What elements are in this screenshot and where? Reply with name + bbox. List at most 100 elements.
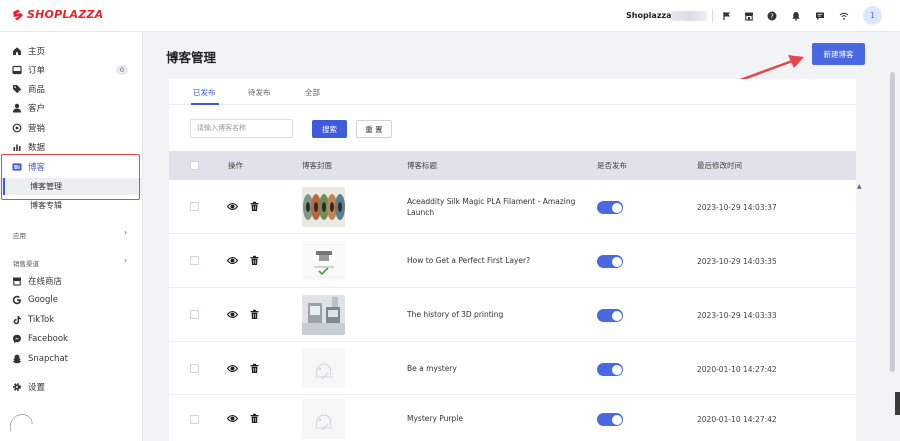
blog-title[interactable]: Aceaddity Silk Magic PLA Filament - Amaz…	[407, 196, 577, 218]
sidebar-item-facebook[interactable]: Facebook	[0, 330, 143, 348]
modified-time: 2023-10-29 14:03:35	[697, 257, 777, 266]
delete-trash-icon[interactable]	[249, 255, 260, 266]
new-blog-button[interactable]: 新建博客	[812, 43, 865, 65]
sidebar-item-label: 客户	[28, 104, 46, 114]
blog-title[interactable]: The history of 3D printing	[407, 309, 577, 320]
store-icon[interactable]	[742, 9, 756, 23]
blog-title[interactable]: How to Get a Perfect First Layer?	[407, 255, 577, 266]
sidebar-item-label: 设置	[28, 383, 46, 393]
help-icon[interactable]: ?	[765, 9, 779, 23]
shop-name[interactable]: Shoplazza	[626, 11, 672, 20]
sidebar-item-snapchat[interactable]: Snapchat	[0, 350, 143, 368]
placeholder-image-icon	[302, 399, 345, 439]
tab-all[interactable]: 全部	[305, 87, 320, 98]
google-icon	[12, 295, 22, 305]
blog-title[interactable]: Be a mystery	[407, 363, 577, 374]
apps-section-label[interactable]: 应用	[13, 230, 26, 240]
scroll-up-arrow-icon[interactable]: ▲	[857, 183, 862, 190]
row-checkbox[interactable]	[190, 202, 199, 211]
sidebar-item-orders[interactable]: 订单 0	[0, 61, 143, 79]
sidebar-item-label: Google	[28, 295, 58, 305]
sidebar-item-label: TikTok	[28, 315, 55, 325]
watermark-logo	[8, 412, 34, 434]
reset-button[interactable]: 重 置	[356, 120, 392, 138]
shop-domain-redacted	[671, 11, 707, 21]
svg-text:?: ?	[770, 13, 774, 21]
preview-eye-icon[interactable]	[227, 309, 238, 320]
watermark-logo-icon	[9, 413, 34, 433]
sidebar-item-home[interactable]: 主页	[0, 42, 143, 60]
divider	[712, 9, 713, 23]
column-header-title[interactable]: 博客标题	[407, 160, 437, 171]
brand-logo[interactable]: SHOPLAZZA	[12, 8, 103, 21]
sidebar-item-label: Snapchat	[28, 354, 68, 364]
modified-time: 2020-01-10 14:27:42	[697, 365, 777, 374]
publish-toggle[interactable]	[597, 363, 623, 376]
sidebar-item-label: 在线商店	[28, 277, 63, 287]
gear-icon	[12, 382, 22, 392]
delete-trash-icon[interactable]	[249, 309, 260, 320]
select-all-checkbox[interactable]	[190, 161, 199, 170]
toggle-knob	[611, 364, 622, 375]
message-icon[interactable]	[813, 9, 827, 23]
delete-trash-icon[interactable]	[249, 363, 260, 374]
modified-time: 2023-10-29 14:03:33	[697, 311, 777, 320]
publish-toggle[interactable]	[597, 309, 623, 322]
toggle-knob	[611, 256, 622, 267]
store-icon	[12, 276, 22, 286]
publish-toggle[interactable]	[597, 201, 623, 214]
home-icon	[12, 46, 22, 56]
chevron-right-icon[interactable]: ›	[124, 256, 127, 265]
delete-trash-icon[interactable]	[249, 201, 260, 212]
preview-eye-icon[interactable]	[227, 363, 238, 374]
chevron-right-icon[interactable]: ›	[124, 228, 127, 237]
row-checkbox[interactable]	[190, 415, 199, 424]
column-header-modified[interactable]: 最后修改时间	[697, 160, 742, 171]
blog-cover-image	[302, 241, 345, 281]
scrollbar-thumb[interactable]	[890, 72, 895, 372]
column-header-cover: 博客封面	[302, 161, 332, 170]
sidebar-item-settings[interactable]: 设置	[0, 378, 143, 396]
sidebar-item-tiktok[interactable]: TikTok	[0, 311, 143, 329]
preview-eye-icon[interactable]	[227, 255, 238, 266]
tab-published[interactable]: 已发布	[193, 87, 216, 98]
blog-title[interactable]: Mystery Purple	[407, 413, 577, 424]
tag-icon	[12, 84, 22, 94]
annotation-highlight-box	[1, 154, 140, 200]
publish-toggle[interactable]	[597, 255, 623, 268]
snapchat-icon	[12, 354, 22, 364]
row-checkbox[interactable]	[190, 256, 199, 265]
placeholder-image-icon	[302, 348, 345, 388]
facebook-icon	[12, 334, 22, 344]
preview-eye-icon[interactable]	[227, 413, 238, 424]
blog-cover-image	[302, 187, 345, 227]
bell-icon[interactable]	[789, 9, 803, 23]
blog-search-input[interactable]: 请输入博客名称	[190, 119, 293, 138]
wifi-icon[interactable]	[837, 9, 851, 23]
row-checkbox[interactable]	[190, 364, 199, 373]
sidebar: 主页 订单 0 商品 客户 营销 数据 Bi 博客 博客管理 博客专辑 应用 ›…	[0, 32, 143, 441]
publish-toggle[interactable]	[597, 413, 623, 426]
page-title: 博客管理	[166, 50, 217, 65]
sidebar-item-google[interactable]: Google	[0, 291, 143, 309]
toggle-knob	[611, 202, 622, 213]
blog-list-card: 已发布 待发布 全部 请输入博客名称 搜索 重 置 操作 博客封面 博客标题 是…	[169, 79, 856, 441]
search-button[interactable]: 搜索	[312, 120, 347, 138]
column-header-published: 是否发布	[597, 161, 627, 170]
flag-icon[interactable]	[720, 9, 734, 23]
table-row: How to Get a Perfect First Layer? 2023-1…	[169, 234, 856, 288]
delete-trash-icon[interactable]	[249, 413, 260, 424]
avatar[interactable]: 1	[863, 6, 882, 25]
toggle-knob	[611, 414, 622, 425]
chart-icon	[12, 142, 22, 152]
channels-section-label[interactable]: 销售渠道	[13, 258, 39, 268]
tab-pending[interactable]: 待发布	[248, 87, 271, 98]
toggle-knob	[611, 310, 622, 321]
sidebar-item-products[interactable]: 商品	[0, 80, 143, 98]
sidebar-item-customers[interactable]: 客户	[0, 99, 143, 117]
row-checkbox[interactable]	[190, 310, 199, 319]
preview-eye-icon[interactable]	[227, 201, 238, 212]
sidebar-item-online-store[interactable]: 在线商店	[0, 272, 143, 290]
table-row: The history of 3D printing 2023-10-29 14…	[169, 288, 856, 342]
sidebar-item-marketing[interactable]: 营销	[0, 119, 143, 137]
